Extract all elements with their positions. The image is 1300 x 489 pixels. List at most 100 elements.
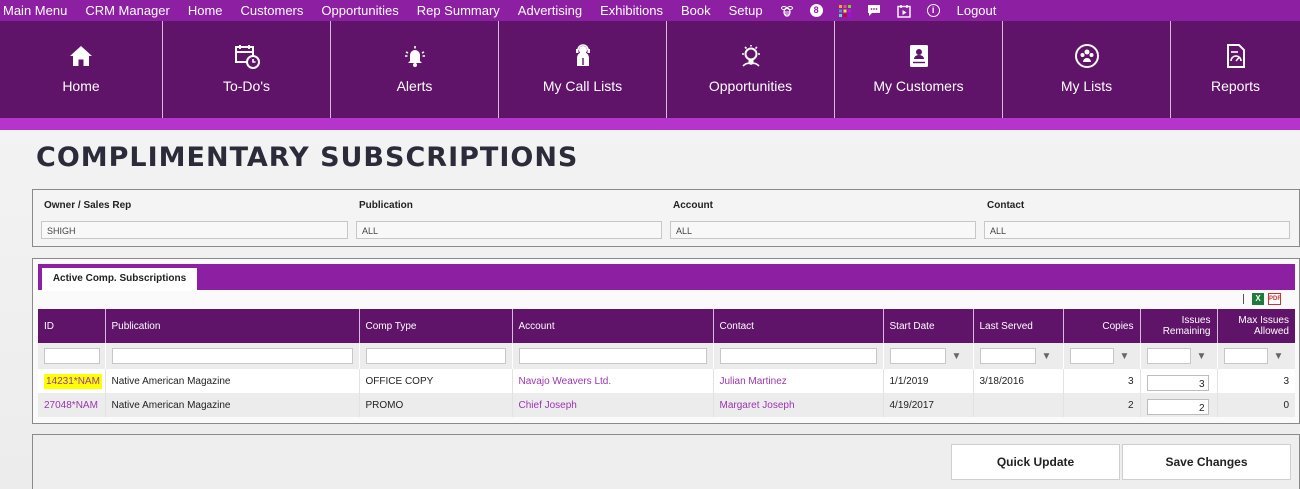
start-date-filter-input[interactable] — [889, 348, 946, 364]
row-id-link[interactable]: 14231*NAM — [44, 373, 102, 389]
cell-copies: 3 — [1063, 369, 1141, 393]
top-menu-bar: Main Menu CRM Manager Home Customers Opp… — [0, 0, 1300, 21]
apps-grid-icon[interactable] — [831, 4, 859, 17]
menu-item-setup[interactable]: Setup — [720, 0, 772, 21]
account-filter-cell-input[interactable] — [518, 348, 707, 364]
nav-tile-alerts[interactable]: Alerts — [331, 21, 499, 118]
nav-tile-opportunities[interactable]: Opportunities — [667, 21, 835, 118]
nav-tile-label: To-Do's — [222, 78, 271, 94]
contact-link[interactable]: Margaret Joseph — [720, 400, 795, 411]
contact-link[interactable]: Julian Martinez — [720, 376, 787, 387]
bell-alert-icon — [404, 46, 425, 67]
pdf-export-icon[interactable]: PDF — [1268, 293, 1281, 305]
last-served-filter-input[interactable] — [979, 348, 1036, 364]
info-icon[interactable]: i — [919, 4, 948, 17]
calendar-play-icon[interactable] — [889, 4, 919, 18]
account-filter-label: Account — [673, 200, 713, 211]
tab-active-comp-subscriptions[interactable]: Active Comp. Subscriptions — [42, 268, 197, 291]
menu-item-crm-manager[interactable]: CRM Manager — [76, 0, 179, 21]
funnel-icon[interactable]: ▼ — [1197, 351, 1207, 362]
menu-item-main-menu[interactable]: Main Menu — [0, 0, 76, 21]
col-header-copies[interactable]: Copies — [1063, 309, 1141, 343]
col-header-comp-type[interactable]: Comp Type — [359, 309, 513, 343]
funnel-icon[interactable]: ▼ — [1274, 351, 1284, 362]
calendar-clock-icon — [234, 45, 260, 69]
table-filter-row: ▼ ▼ ▼ ▼ ▼ — [38, 343, 1295, 369]
row-id-link[interactable]: 27048*NAM — [44, 400, 98, 411]
contact-filter-cell-input[interactable] — [719, 348, 877, 364]
cell-account: Chief Joseph — [512, 393, 714, 417]
filter-cell: ▼ — [973, 343, 1064, 369]
menu-item-customers[interactable]: Customers — [232, 0, 313, 21]
col-header-publication[interactable]: Publication — [105, 309, 360, 343]
nav-tile-home[interactable]: Home — [0, 21, 163, 118]
publication-filter-input[interactable]: ALL — [356, 221, 662, 239]
id-filter-input[interactable] — [44, 348, 100, 364]
cell-publication: Native American Magazine — [105, 369, 360, 393]
call-list-icon — [575, 44, 590, 66]
account-filter-input[interactable]: ALL — [670, 221, 976, 239]
nav-tile-my-lists[interactable]: My Lists — [1003, 21, 1171, 118]
lightbulb-icon — [741, 45, 760, 67]
menu-item-book[interactable]: Book — [672, 0, 720, 21]
issues-remaining-input[interactable]: 2 — [1146, 399, 1209, 415]
cell-id[interactable]: 27048*NAM — [38, 393, 106, 417]
menu-item-home[interactable]: Home — [179, 0, 232, 21]
filter-cell — [38, 343, 106, 369]
save-changes-button[interactable]: Save Changes — [1122, 444, 1291, 480]
table-header-row: ID Publication Comp Type Account Contact… — [38, 309, 1295, 343]
bee-icon[interactable] — [772, 4, 802, 18]
menu-item-rep-summary[interactable]: Rep Summary — [408, 0, 509, 21]
copies-filter-input[interactable] — [1069, 348, 1114, 364]
contact-filter-input[interactable]: ALL — [984, 221, 1290, 239]
nav-tile-reports[interactable]: Reports — [1171, 21, 1300, 118]
logout-link[interactable]: Logout — [948, 0, 1006, 21]
badge-8-icon[interactable]: 8 — [802, 4, 831, 17]
funnel-icon[interactable]: ▼ — [952, 351, 962, 362]
publication-filter-cell-input[interactable] — [111, 348, 353, 364]
cell-start-date: 1/1/2019 — [883, 369, 974, 393]
nav-tile-label: Reports — [1210, 78, 1261, 94]
filter-wrap: ▼ — [889, 348, 967, 364]
funnel-icon[interactable]: ▼ — [1120, 351, 1130, 362]
nav-tile-todos[interactable]: To-Do's — [163, 21, 331, 118]
col-header-start-date[interactable]: Start Date — [883, 309, 974, 343]
funnel-icon[interactable]: ▼ — [1042, 351, 1052, 362]
col-header-last-served[interactable]: Last Served — [973, 309, 1064, 343]
filter-wrap: ▼ — [1223, 348, 1290, 364]
cell-id[interactable]: 14231*NAM — [38, 369, 106, 393]
quick-update-button[interactable]: Quick Update — [951, 444, 1120, 480]
filter-wrap: ▼ — [979, 348, 1057, 364]
cell-contact: Julian Martinez — [713, 369, 884, 393]
owner-filter-input[interactable]: SHIGH — [41, 221, 348, 239]
menu-item-opportunities[interactable]: Opportunities — [312, 0, 407, 21]
nav-tile-label: My Lists — [1060, 78, 1113, 94]
customer-card-icon — [909, 45, 928, 67]
max-issues-filter-input[interactable] — [1223, 348, 1268, 364]
nav-tile-label: Opportunities — [708, 78, 793, 94]
col-header-account[interactable]: Account — [512, 309, 714, 343]
menu-item-exhibitions[interactable]: Exhibitions — [591, 0, 672, 21]
col-header-max-issues[interactable]: Max Issues Allowed — [1217, 309, 1295, 343]
account-link[interactable]: Chief Joseph — [519, 400, 577, 411]
home-icon — [70, 46, 92, 66]
excel-export-icon[interactable]: X — [1252, 293, 1264, 305]
badge-8-label: 8 — [809, 4, 823, 17]
filter-wrap: ▼ — [1146, 348, 1211, 364]
chat-icon[interactable] — [859, 4, 889, 17]
menu-item-advertising[interactable]: Advertising — [509, 0, 591, 21]
table-row[interactable]: 14231*NAM Native American Magazine OFFIC… — [38, 369, 1295, 393]
cell-publication: Native American Magazine — [105, 393, 360, 417]
issues-remaining-filter-input[interactable] — [1146, 348, 1191, 364]
col-header-contact[interactable]: Contact — [713, 309, 884, 343]
table-row[interactable]: 27048*NAM Native American Magazine PROMO… — [38, 393, 1295, 417]
col-header-id[interactable]: ID — [38, 309, 106, 343]
filter-cell — [713, 343, 884, 369]
comp-type-filter-input[interactable] — [365, 348, 506, 364]
issues-remaining-input[interactable]: 3 — [1146, 375, 1209, 391]
account-link[interactable]: Navajo Weavers Ltd. — [519, 376, 612, 387]
nav-tile-my-call-lists[interactable]: My Call Lists — [499, 21, 667, 118]
filter-cell — [512, 343, 714, 369]
col-header-issues-remaining[interactable]: Issues Remaining — [1140, 309, 1218, 343]
nav-tile-my-customers[interactable]: My Customers — [835, 21, 1003, 118]
